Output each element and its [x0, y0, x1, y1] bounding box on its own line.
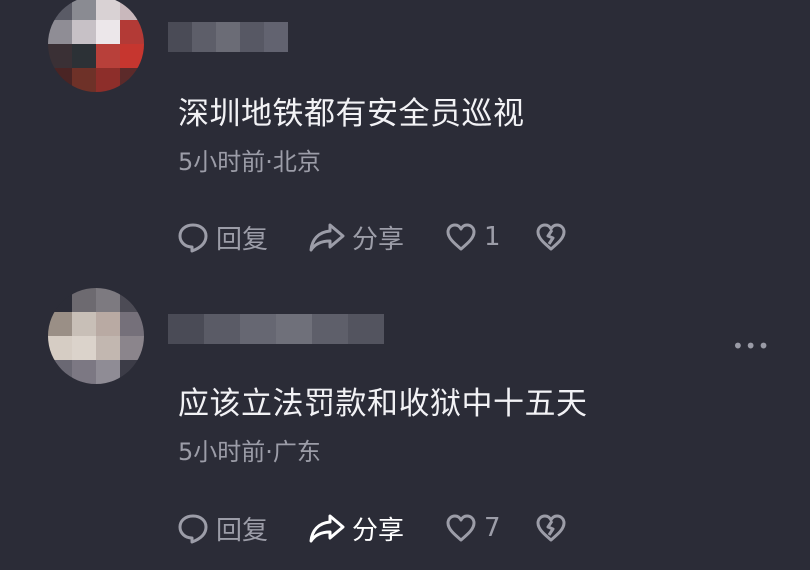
- like-button[interactable]: 1: [444, 220, 534, 254]
- username-pixel: [240, 314, 276, 344]
- avatar[interactable]: [48, 0, 144, 92]
- avatar-pixel: [48, 68, 72, 92]
- speech-bubble-icon: [178, 514, 208, 544]
- reply-button[interactable]: 回复: [176, 510, 308, 547]
- share-label: 分享: [352, 224, 405, 255]
- avatar-pixel: [48, 312, 72, 336]
- like-count: 7: [484, 513, 501, 543]
- username-pixel: [276, 314, 312, 344]
- avatar-pixel: [48, 360, 72, 384]
- comment-actions: 回复 分享 7: [176, 510, 568, 546]
- heart-icon: [446, 223, 476, 251]
- avatar-pixel: [96, 20, 120, 44]
- heart-icon: [446, 514, 476, 542]
- more-dots-icon[interactable]: •••: [732, 334, 770, 358]
- share-label: 分享: [352, 515, 405, 546]
- avatar-pixel: [72, 312, 96, 336]
- username-pixel: [264, 22, 288, 52]
- avatar-pixel: [120, 336, 144, 360]
- reply-label: 回复: [216, 224, 269, 255]
- comment-actions: 回复 分享 1: [176, 219, 568, 255]
- username-pixel: [348, 314, 384, 344]
- avatar-pixel: [96, 44, 120, 68]
- share-button[interactable]: 分享: [308, 219, 444, 256]
- username-pixel: [312, 314, 348, 344]
- comment-text: 深圳地铁都有安全员巡视: [178, 96, 525, 132]
- username-pixel: [192, 22, 216, 52]
- avatar-pixel: [96, 360, 120, 384]
- avatar-pixel: [48, 336, 72, 360]
- like-count: 1: [484, 222, 501, 252]
- avatar-pixel: [72, 68, 96, 92]
- username-obscured[interactable]: [168, 22, 288, 52]
- avatar-pixel: [72, 360, 96, 384]
- avatar-pixel: [48, 0, 72, 20]
- comment-text: 应该立法罚款和收狱中十五天: [178, 386, 588, 422]
- avatar-pixel: [72, 44, 96, 68]
- share-arrow-icon: [309, 514, 345, 543]
- avatar-pixel: [120, 0, 144, 20]
- avatar-pixel: [96, 312, 120, 336]
- dislike-button[interactable]: [534, 220, 568, 254]
- avatar-pixel: [120, 288, 144, 312]
- speech-bubble-icon: [178, 223, 208, 253]
- avatar-pixel: [72, 336, 96, 360]
- avatar-pixel: [120, 44, 144, 68]
- comment-meta: 5小时前·广东: [178, 438, 321, 466]
- broken-heart-icon: [536, 514, 566, 542]
- avatar-pixel: [96, 288, 120, 312]
- reply-button[interactable]: 回复: [176, 219, 308, 256]
- avatar-pixel: [120, 360, 144, 384]
- avatar-pixel: [120, 68, 144, 92]
- avatar-pixel: [96, 0, 120, 20]
- avatar[interactable]: [48, 288, 144, 384]
- avatar-pixel: [48, 288, 72, 312]
- avatar-pixel: [72, 20, 96, 44]
- avatar-pixel: [120, 312, 144, 336]
- username-pixel: [168, 22, 192, 52]
- username-pixel: [216, 22, 240, 52]
- like-button[interactable]: 7: [444, 511, 534, 545]
- username-pixel: [168, 314, 204, 344]
- avatar-pixel: [72, 0, 96, 20]
- username-pixel: [240, 22, 264, 52]
- share-arrow-icon: [309, 223, 345, 252]
- username-pixel: [204, 314, 240, 344]
- reply-label: 回复: [216, 515, 269, 546]
- avatar-pixel: [72, 288, 96, 312]
- avatar-pixel: [96, 68, 120, 92]
- broken-heart-icon: [536, 223, 566, 251]
- avatar-pixel: [96, 336, 120, 360]
- avatar-pixel: [48, 44, 72, 68]
- dislike-button[interactable]: [534, 511, 568, 545]
- comment-meta: 5小时前·北京: [178, 148, 321, 176]
- share-button[interactable]: 分享: [308, 510, 444, 547]
- avatar-pixel: [120, 20, 144, 44]
- avatar-pixel: [48, 20, 72, 44]
- username-obscured[interactable]: [168, 314, 384, 344]
